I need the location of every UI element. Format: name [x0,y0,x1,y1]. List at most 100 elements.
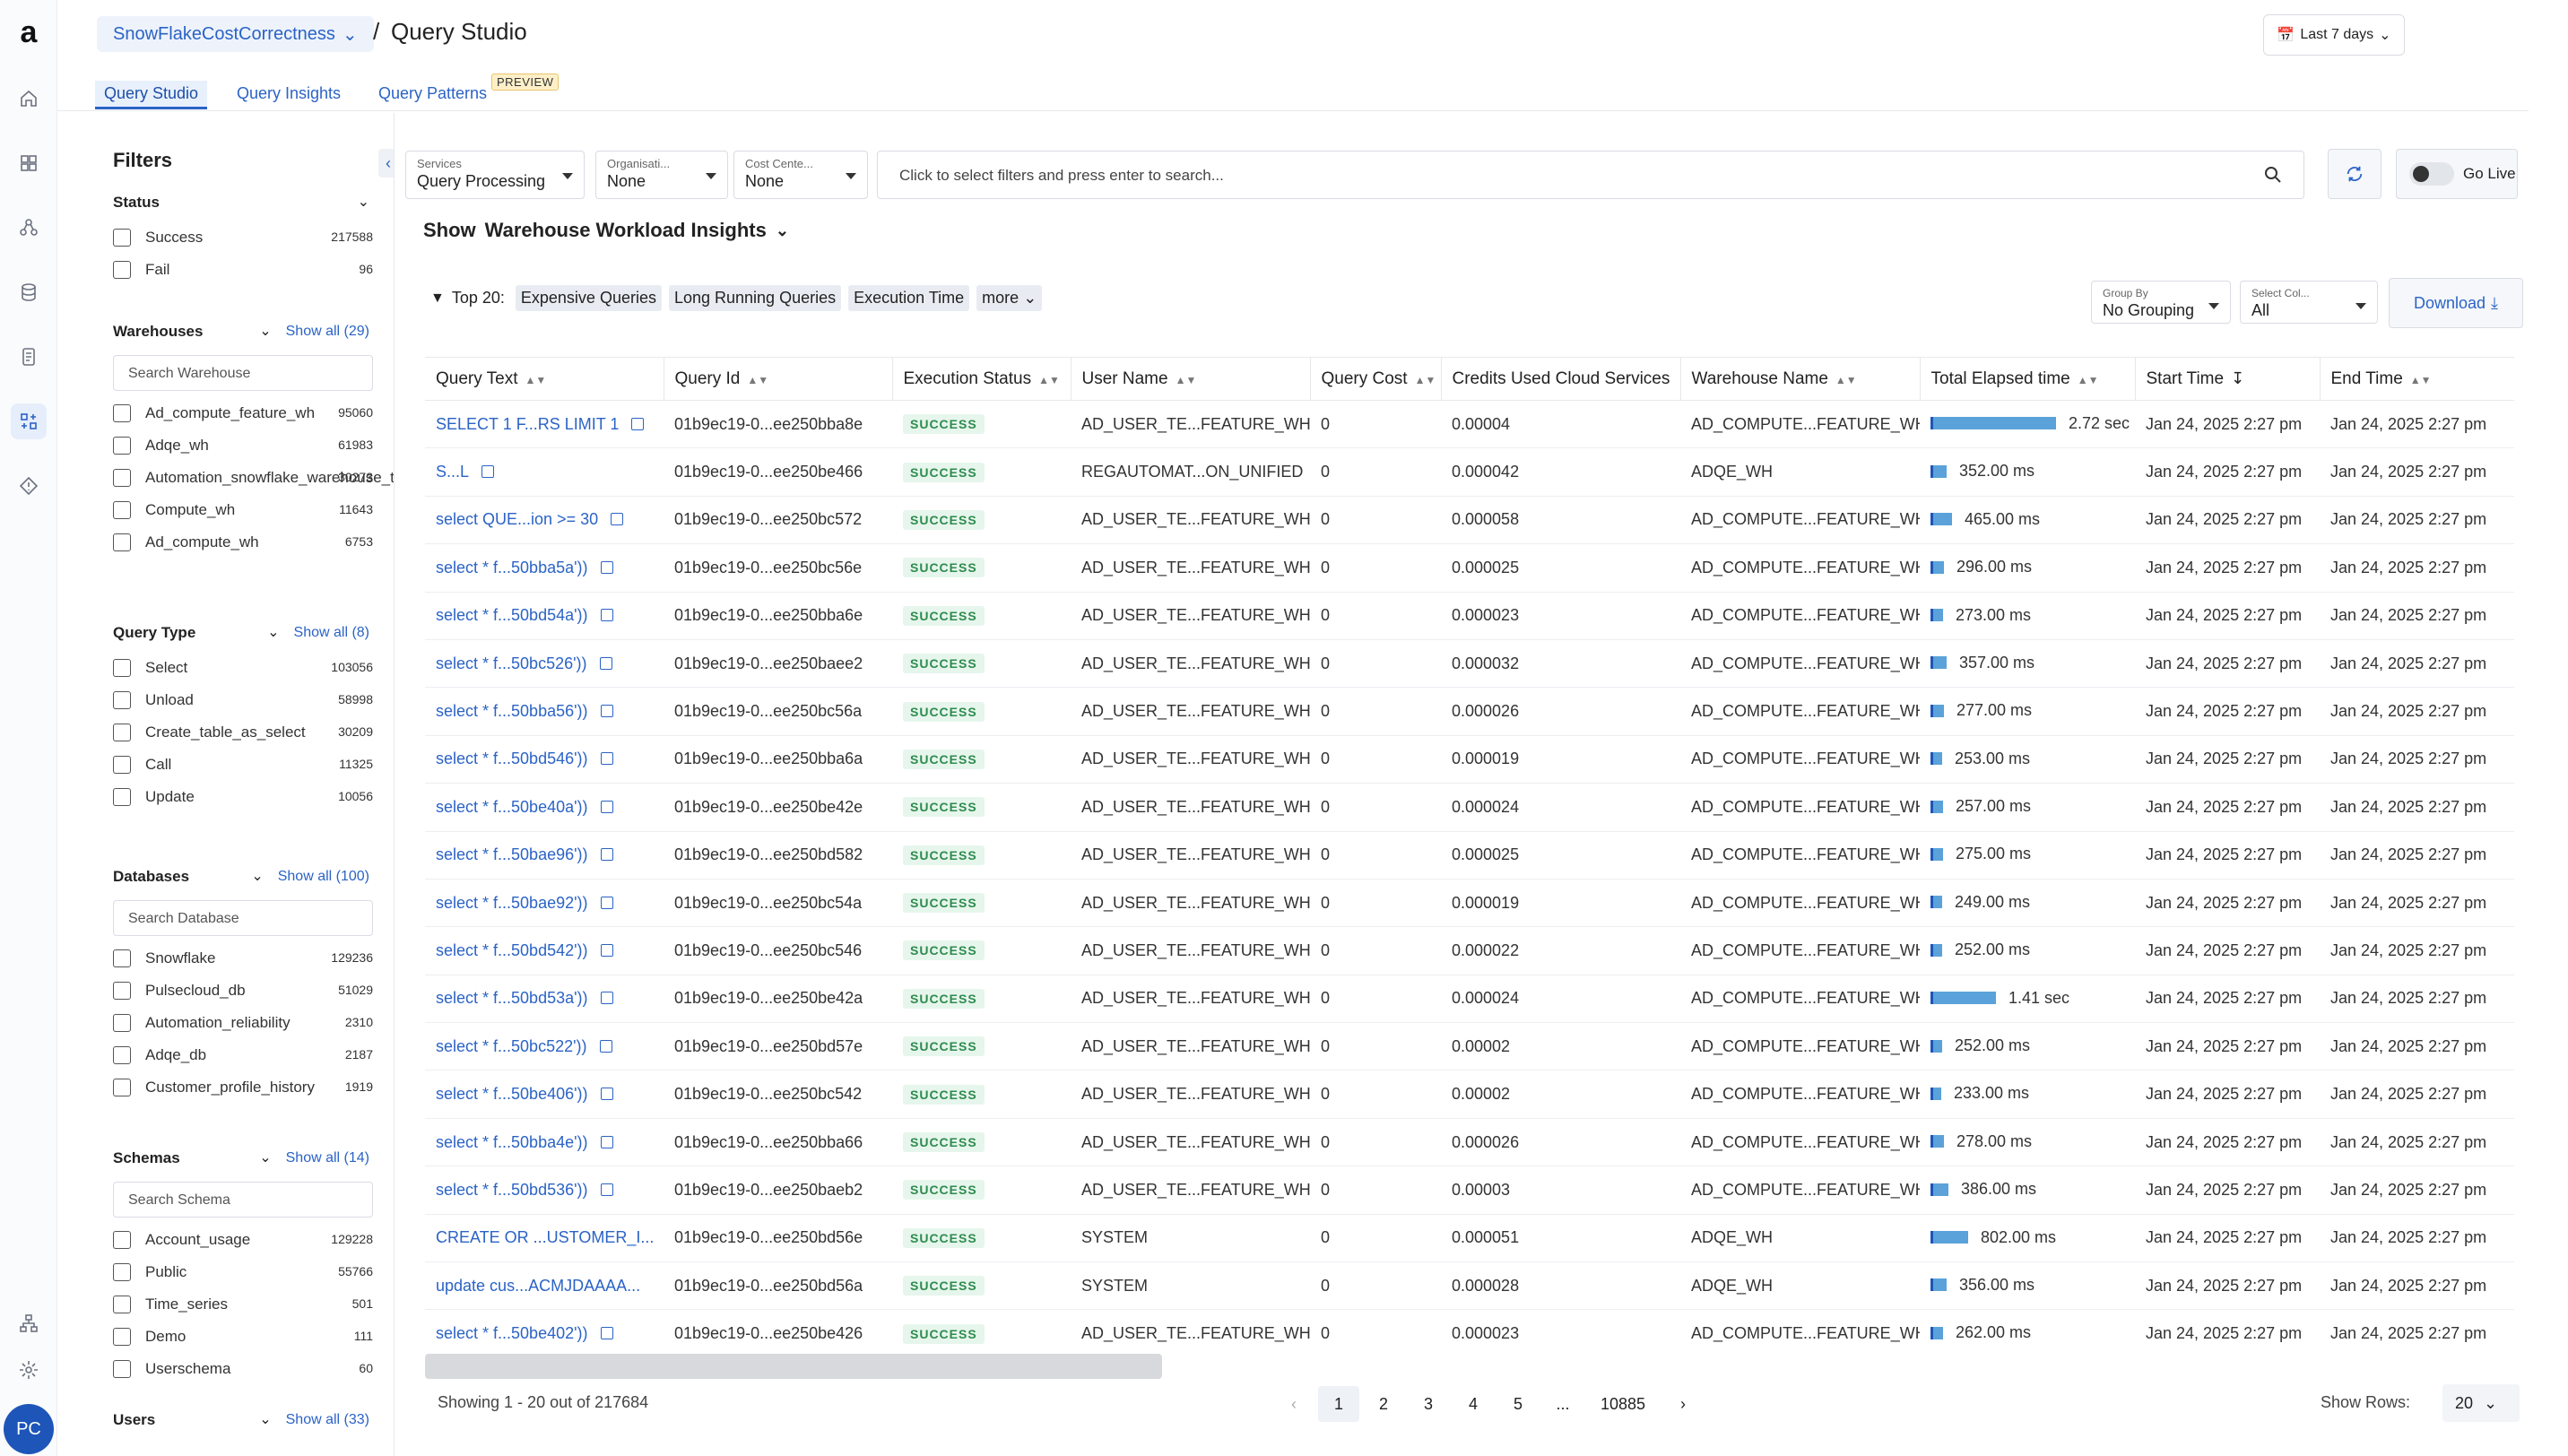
table-row[interactable]: select QUE...ion >= 30 01b9ec19-0...ee250… [425,496,2514,545]
more-chip[interactable]: more ⌄ [976,285,1043,311]
filter-option[interactable]: Public 55766 [113,1262,373,1282]
query-studio-icon[interactable] [11,403,47,439]
filter-option[interactable]: Adqe_db 2187 [113,1045,373,1065]
project-selector[interactable]: SnowFlakeCostCorrectness ⌄ [97,16,374,52]
show-all-link[interactable]: Show all (14) [286,1146,369,1171]
network-icon[interactable] [11,210,47,246]
query-text-link[interactable]: select * f...50be402')) [425,1309,664,1352]
query-text-link[interactable]: select * f...50be40a')) [425,783,664,832]
page-5[interactable]: 5 [1497,1386,1539,1422]
checkbox[interactable] [113,1046,131,1064]
checkbox[interactable] [113,949,131,967]
checkbox[interactable] [113,1296,131,1313]
checkbox[interactable] [113,982,131,1000]
col-header[interactable]: Total Elapsed time ▲▼ [1920,357,2136,401]
filter-option[interactable]: Account_usage 129228 [113,1230,373,1250]
page-last[interactable]: 10885 [1587,1386,1659,1422]
user-avatar[interactable]: PC [4,1404,54,1454]
query-text-link[interactable]: select * f...50bae96')) [425,831,664,880]
filter-option[interactable]: Compute_wh 11643 [113,500,373,520]
org-icon[interactable] [11,1305,47,1341]
filter-option[interactable]: Adqe_wh 61983 [113,436,373,455]
next-page-icon[interactable]: › [1662,1386,1704,1422]
query-text-link[interactable]: select * f...50bd536')) [425,1166,664,1215]
sort-icon[interactable]: ▲▼ [2410,374,2432,386]
table-row[interactable]: select * f...50bd546')) 01b9ec19-0...ee25… [425,735,2514,784]
copy-icon[interactable] [600,752,613,766]
table-row[interactable]: select * f...50bd542')) 01b9ec19-0...ee25… [425,926,2514,975]
query-text-link[interactable]: select QUE...ion >= 30 [425,496,664,545]
checkbox[interactable] [113,1014,131,1032]
chevron-down-icon[interactable]: ⌄ [259,319,271,344]
copy-icon[interactable] [600,992,613,1005]
checkbox[interactable] [113,1263,131,1281]
checkbox[interactable] [113,404,131,422]
col-header[interactable]: Warehouse Name ▲▼ [1680,357,1921,401]
query-text-link[interactable]: select * f...50bd546')) [425,735,664,784]
checkbox[interactable] [113,437,131,455]
filter-option[interactable]: Unload 58998 [113,690,373,710]
table-row[interactable]: select * f...50bd536')) 01b9ec19-0...ee25… [425,1166,2514,1215]
filter-option[interactable]: Ad_compute_wh 6753 [113,533,373,552]
col-header[interactable]: User Name ▲▼ [1071,357,1311,401]
chevron-down-icon[interactable]: ⌄ [259,1408,271,1433]
date-range-button[interactable]: 📅 Last 7 days ⌄ [2263,14,2405,56]
show-all-link[interactable]: Show all (100) [278,864,369,889]
tab-query-patterns[interactable]: Query Patterns [369,81,496,107]
sort-icon[interactable]: ▲▼ [747,374,768,386]
filter-option[interactable]: Automation_snowflake_warehouse_torch3027… [113,468,394,488]
prev-page-icon[interactable]: ‹ [1273,1386,1314,1422]
horizontal-scrollbar[interactable] [425,1354,1162,1379]
search-database-input[interactable]: Search Database [113,900,373,936]
go-live-toggle[interactable]: Go Live [2396,149,2518,199]
checkbox[interactable] [113,1231,131,1249]
query-text-link[interactable]: S...L [425,447,664,497]
show-all-link[interactable]: Show all (33) [286,1408,369,1433]
dashboard-icon[interactable] [11,145,47,181]
show-rows-select[interactable]: 20 ⌄ [2442,1384,2520,1422]
query-text-link[interactable]: select * f...50bd53a')) [425,975,664,1024]
search-schema-input[interactable]: Search Schema [113,1182,373,1218]
checkbox[interactable] [113,724,131,741]
table-row[interactable]: select * f...50be402')) 01b9ec19-0...ee25… [425,1309,2514,1352]
col-header[interactable]: Execution Status ▲▼ [892,357,1071,401]
checkbox[interactable] [113,659,131,677]
show-selector[interactable]: Show Warehouse Workload Insights ⌄ [423,219,789,242]
checkbox[interactable] [113,691,131,709]
cost-center-dropdown[interactable]: Cost Cente... None [733,151,868,199]
checkbox[interactable] [113,261,131,279]
filter-option[interactable]: Time_series 501 [113,1295,373,1314]
report-icon[interactable] [11,339,47,375]
filter-option[interactable]: Call 11325 [113,755,373,775]
query-text-link[interactable]: select * f...50bd54a')) [425,592,664,640]
sort-desc-icon[interactable]: ↧ [2231,369,2244,387]
select-columns-dropdown[interactable]: Select Col... All [2240,281,2378,324]
checkbox[interactable] [113,788,131,806]
checkbox[interactable] [113,533,131,551]
col-header[interactable]: Start Time ↧ [2135,357,2321,401]
search-warehouse-input[interactable]: Search Warehouse [113,355,373,391]
page-3[interactable]: 3 [1408,1386,1449,1422]
sort-icon[interactable]: ▲▼ [1835,374,1857,386]
query-text-link[interactable]: select * f...50be406')) [425,1070,664,1119]
sort-icon[interactable]: ▲▼ [1415,374,1436,386]
query-text-link[interactable]: update cus...ACMJDAAAA... [425,1261,664,1311]
chip-execution-time[interactable]: Execution Time [848,285,970,311]
chevron-down-icon[interactable]: ⌄ [267,620,279,646]
chip-long-running-queries[interactable]: Long Running Queries [668,285,842,311]
refresh-button[interactable] [2328,149,2381,199]
checkbox[interactable] [113,229,131,247]
table-row[interactable]: select * f...50be406')) 01b9ec19-0...ee25… [425,1070,2514,1119]
group-by-dropdown[interactable]: Group By No Grouping [2091,281,2231,324]
table-row[interactable]: select * f...50bc526')) 01b9ec19-0...ee25… [425,639,2514,689]
copy-icon[interactable] [600,609,613,622]
page-4[interactable]: 4 [1453,1386,1494,1422]
table-row[interactable]: CREATE OR ...USTOMER_I... 01b9ec19-0...ee… [425,1214,2514,1263]
col-header[interactable]: Credits Used Cloud Services [1441,357,1681,401]
copy-icon[interactable] [600,1135,613,1148]
table-row[interactable]: select * f...50bd53a')) 01b9ec19-0...ee25… [425,975,2514,1024]
table-row[interactable]: select * f...50bc522')) 01b9ec19-0...ee25… [425,1022,2514,1071]
home-icon[interactable] [11,81,47,117]
query-text-link[interactable]: select * f...50bc522')) [425,1022,664,1071]
copy-icon[interactable] [599,656,612,670]
